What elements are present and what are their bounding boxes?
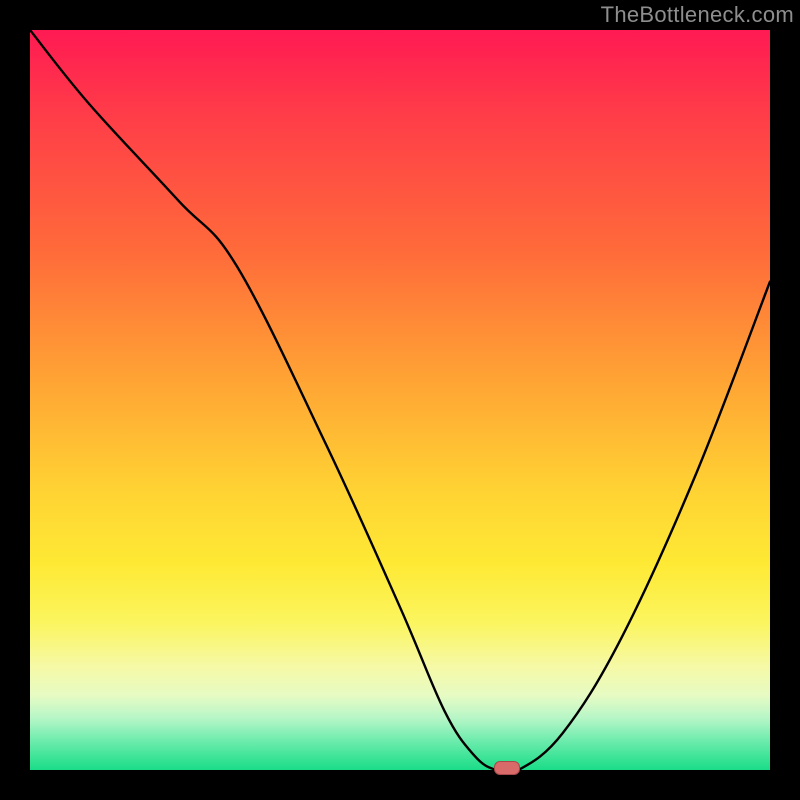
curve-path [30, 30, 770, 770]
plot-area [30, 30, 770, 770]
chart-container: TheBottleneck.com [0, 0, 800, 800]
optimal-point-marker [494, 761, 520, 775]
bottleneck-curve [30, 30, 770, 770]
watermark-text: TheBottleneck.com [601, 2, 794, 28]
